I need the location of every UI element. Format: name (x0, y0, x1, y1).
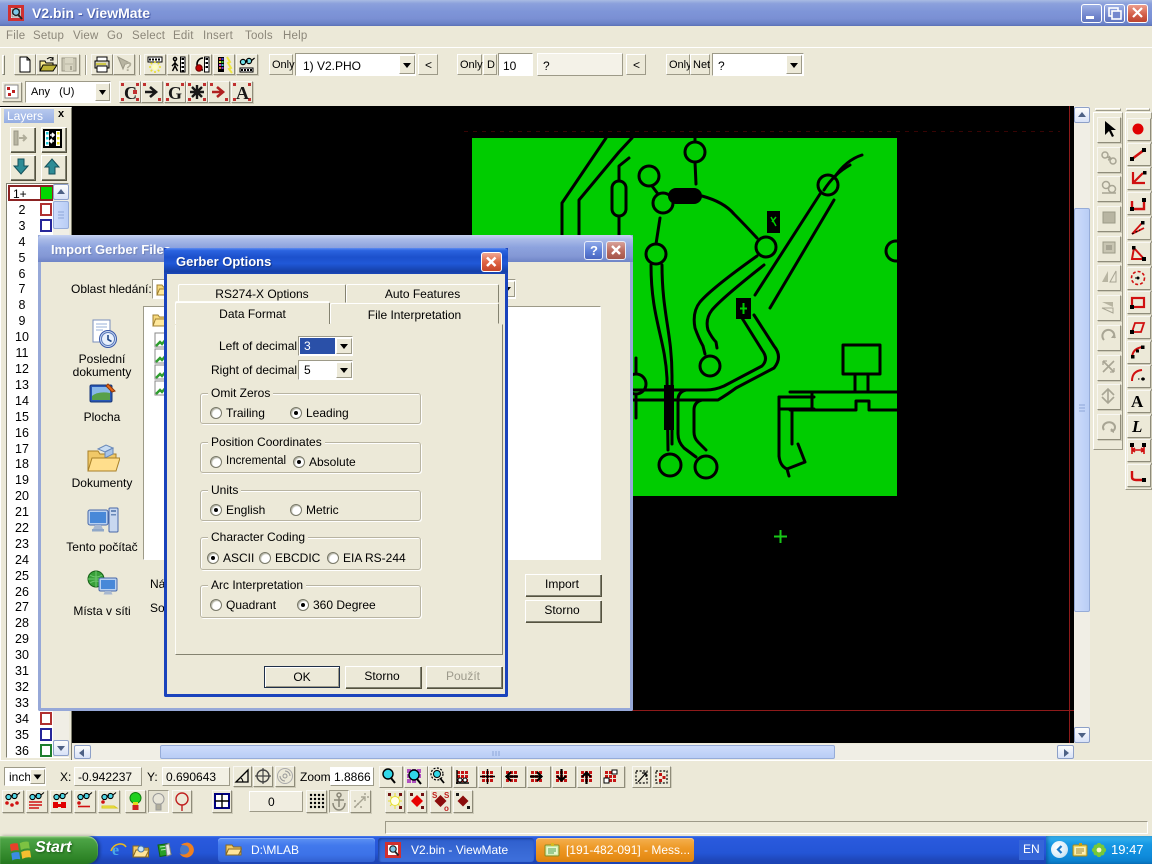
svg-text:S: S (444, 791, 450, 800)
svg-text:?: ? (124, 59, 132, 74)
svg-text:L: L (1131, 417, 1142, 436)
svg-text:S: S (432, 791, 438, 800)
svg-text:o: o (444, 804, 449, 812)
svg-text:G: G (168, 83, 182, 102)
svg-text:A: A (1131, 392, 1144, 411)
svg-text:A: A (236, 83, 249, 102)
